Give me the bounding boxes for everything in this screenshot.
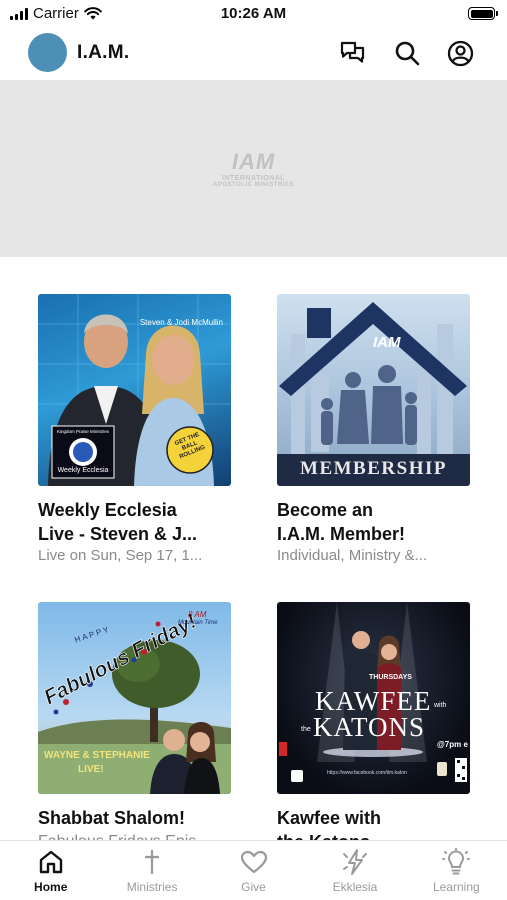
app-logo[interactable] xyxy=(28,33,67,72)
clock: 10:26 AM xyxy=(220,5,287,22)
content-card[interactable]: Steven & Jodi McMullin Kingdom Praise Mi… xyxy=(38,294,231,566)
tab-ministries[interactable]: Ministries xyxy=(101,841,202,900)
tab-home[interactable]: Home xyxy=(0,841,101,900)
card-image: HAPPY Fabulous Friday! 8 AM Mountain Tim… xyxy=(38,602,231,794)
image-banner-text: MEMBERSHIP xyxy=(300,458,447,479)
chat-icon[interactable] xyxy=(338,38,368,68)
app-title: I.A.M. xyxy=(77,42,130,63)
card-image: IAM MEMBERSHIP xyxy=(277,294,470,486)
tab-give[interactable]: Give xyxy=(203,841,304,900)
card-subtitle: Individual, Ministry &... xyxy=(277,547,428,564)
image-word-with: with xyxy=(434,702,447,709)
battery-icon xyxy=(468,7,498,20)
image-badge-bottom: Weekly Ecclesia xyxy=(57,467,109,474)
search-icon[interactable] xyxy=(392,38,422,68)
heart-icon xyxy=(240,848,268,876)
card-image: THURSDAYS KAWFEE with the KATONS @7pm e … xyxy=(277,602,470,794)
image-badge-top: Kingdom Praise Ministries xyxy=(56,429,110,434)
cross-icon xyxy=(138,848,166,876)
card-title: Weekly Ecclesia Live - Steven & J... xyxy=(38,500,198,544)
banner-watermark-logo: IAM INTERNATIONAL APOSTOLIC MINISTRIES xyxy=(213,149,294,188)
image-word-katons: KATONS xyxy=(313,712,426,742)
card-subtitle: Live on Sun, Sep 17, 1... xyxy=(38,547,203,564)
tab-ekklesia[interactable]: Ekklesia xyxy=(304,841,405,900)
hero-banner[interactable]: IAM INTERNATIONAL APOSTOLIC MINISTRIES xyxy=(0,80,507,257)
content-card[interactable]: THURSDAYS KAWFEE with the KATONS @7pm e … xyxy=(277,602,470,854)
bottom-tab-bar: Home Ministries Give Ekklesia Learning xyxy=(0,840,507,900)
image-zone: Mountain Time xyxy=(178,620,218,626)
lightning-icon xyxy=(341,848,369,876)
app-header: I.A.M. xyxy=(0,28,507,80)
tab-learning[interactable]: Learning xyxy=(406,841,507,900)
image-time: @7pm e xyxy=(437,740,468,749)
image-url: https://www.facebook.com/tim.katon xyxy=(327,770,407,776)
status-bar: Carrier 10:26 AM xyxy=(0,0,507,28)
card-title: Become an I.A.M. Member! xyxy=(277,500,406,544)
image-caption: Steven & Jodi McMullin xyxy=(139,318,223,327)
card-image: Steven & Jodi McMullin Kingdom Praise Mi… xyxy=(38,294,231,486)
image-logo: IAM xyxy=(373,334,401,351)
image-names: WAYNE & STEPHANIE xyxy=(44,750,150,761)
image-time: 8 AM xyxy=(188,610,207,619)
image-word-the: the xyxy=(301,726,311,733)
content-card[interactable]: HAPPY Fabulous Friday! 8 AM Mountain Tim… xyxy=(38,602,231,854)
image-day: THURSDAYS xyxy=(369,674,412,681)
lightbulb-icon xyxy=(442,848,471,876)
content-card[interactable]: IAM MEMBERSHIP Become an I.A.M. Member! … xyxy=(277,294,470,566)
image-live: LIVE! xyxy=(78,764,104,775)
profile-icon[interactable] xyxy=(445,38,475,68)
home-icon xyxy=(37,848,65,876)
